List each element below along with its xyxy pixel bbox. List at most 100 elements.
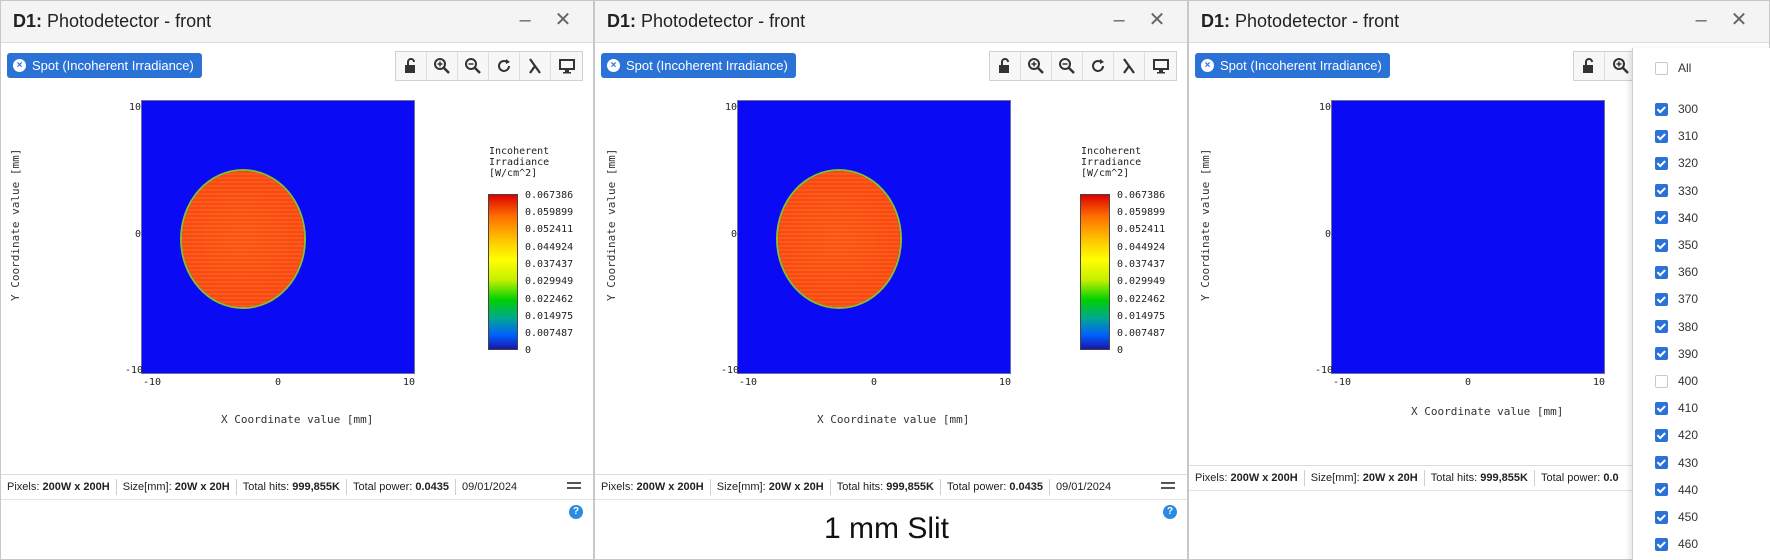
colorbar-tick: 0.029949 bbox=[525, 276, 574, 287]
x-tick-right: 10 bbox=[1593, 377, 1606, 388]
checkbox-icon[interactable] bbox=[1655, 428, 1668, 442]
colorbar bbox=[1080, 194, 1110, 350]
colorbar-tick: 0.044924 bbox=[1117, 242, 1166, 253]
lock-open-icon[interactable] bbox=[990, 52, 1021, 80]
checkbox-icon[interactable] bbox=[1655, 456, 1668, 470]
checkbox-icon[interactable] bbox=[1655, 265, 1668, 279]
checkbox-icon[interactable] bbox=[1655, 401, 1668, 415]
zoom-out-icon[interactable] bbox=[1052, 52, 1083, 80]
wavelength-option[interactable]: 420 bbox=[1655, 428, 1698, 442]
spot-mode-button[interactable]: × Spot (Incoherent Irradiance) bbox=[7, 53, 202, 78]
wavelength-option[interactable]: 300 bbox=[1655, 102, 1698, 116]
option-label: 400 bbox=[1678, 374, 1699, 388]
help-icon[interactable]: ? bbox=[569, 505, 583, 519]
checkbox-icon[interactable] bbox=[1655, 129, 1668, 143]
spot-mode-button[interactable]: × Spot (Incoherent Irradiance) bbox=[601, 53, 796, 78]
y-tick-bottom: -10 bbox=[721, 365, 740, 376]
wavelength-option[interactable]: 360 bbox=[1655, 265, 1698, 279]
checkbox-icon[interactable] bbox=[1655, 483, 1668, 497]
status-label: Total power: bbox=[352, 481, 413, 493]
minimize-button[interactable]: – bbox=[1107, 7, 1131, 33]
detector-heatmap[interactable] bbox=[141, 100, 415, 374]
wavelength-option[interactable]: 330 bbox=[1655, 184, 1698, 198]
option-label: 440 bbox=[1678, 482, 1699, 497]
wavelength-option[interactable]: 430 bbox=[1655, 456, 1698, 470]
wavelength-option[interactable]: 440 bbox=[1655, 483, 1698, 497]
x-tick-left: -10 bbox=[143, 377, 162, 388]
window-title: D1: Photodetector - front bbox=[13, 11, 211, 32]
wavelength-option[interactable]: 320 bbox=[1655, 156, 1698, 170]
status-label: Size[mm]: bbox=[122, 481, 172, 493]
option-label: 370 bbox=[1678, 292, 1699, 307]
status-pixels: Pixels: 200W x 200H bbox=[1, 479, 117, 495]
status-label: Pixels: bbox=[601, 481, 634, 493]
lock-open-icon[interactable] bbox=[396, 52, 427, 80]
menu-icon[interactable] bbox=[1161, 482, 1175, 494]
checkbox-icon[interactable] bbox=[1655, 320, 1668, 334]
colorbar-tick: 0.059899 bbox=[525, 207, 574, 218]
minimize-button[interactable]: – bbox=[1689, 7, 1713, 33]
close-button[interactable]: ✕ bbox=[1727, 7, 1751, 33]
detector-heatmap[interactable] bbox=[1331, 100, 1605, 374]
wavelength-option-all[interactable]: All bbox=[1655, 61, 1691, 75]
checkbox-icon[interactable] bbox=[1655, 102, 1668, 116]
checkbox-icon[interactable] bbox=[1655, 510, 1668, 524]
spot-mode-button[interactable]: × Spot (Incoherent Irradiance) bbox=[1195, 53, 1390, 78]
checkbox-icon[interactable] bbox=[1655, 238, 1668, 252]
checkbox-icon[interactable] bbox=[1655, 61, 1668, 75]
y-axis-label: Y Coordinate value [mm] bbox=[9, 148, 22, 301]
wavelength-option[interactable]: 410 bbox=[1655, 401, 1698, 415]
checkbox-icon[interactable] bbox=[1655, 347, 1668, 361]
detector-heatmap[interactable] bbox=[737, 100, 1011, 374]
wavelength-option[interactable]: 340 bbox=[1655, 211, 1698, 225]
zoom-in-icon[interactable] bbox=[1021, 52, 1052, 80]
monitor-icon[interactable] bbox=[551, 52, 582, 80]
option-label: 410 bbox=[1678, 401, 1699, 416]
wavelength-option[interactable]: 460 bbox=[1655, 537, 1698, 551]
wavelength-option[interactable]: 400 bbox=[1655, 374, 1698, 388]
checkbox-icon[interactable] bbox=[1655, 374, 1668, 388]
colorbar-title-line: Incoherent bbox=[489, 146, 550, 157]
wavelength-option[interactable]: 390 bbox=[1655, 347, 1698, 361]
status-value: 999,855K bbox=[292, 481, 340, 493]
status-size: Size[mm]: 20W x 20H bbox=[711, 479, 831, 495]
minimize-button[interactable]: – bbox=[513, 7, 537, 33]
window-titlebar[interactable]: D1: Photodetector - front – ✕ bbox=[1189, 1, 1769, 43]
y-tick-top: 10 bbox=[1319, 102, 1332, 113]
wavelength-option[interactable]: 370 bbox=[1655, 292, 1698, 306]
lambda-icon[interactable] bbox=[1114, 52, 1145, 80]
window-title: D1: Photodetector - front bbox=[1201, 11, 1399, 32]
window-titlebar[interactable]: D1: Photodetector - front – ✕ bbox=[595, 1, 1187, 43]
checkbox-icon[interactable] bbox=[1655, 537, 1668, 551]
wavelength-option[interactable]: 450 bbox=[1655, 510, 1698, 524]
title-prefix: D1: bbox=[607, 11, 637, 31]
close-button[interactable]: ✕ bbox=[551, 7, 575, 33]
window-titlebar[interactable]: D1: Photodetector - front – ✕ bbox=[1, 1, 593, 43]
status-label: Size[mm]: bbox=[716, 481, 766, 493]
menu-icon[interactable] bbox=[567, 482, 581, 494]
wavelength-option[interactable]: 380 bbox=[1655, 320, 1698, 334]
status-label: Total hits: bbox=[836, 481, 884, 493]
wavelength-option[interactable]: 310 bbox=[1655, 129, 1698, 143]
option-label: All bbox=[1678, 61, 1692, 75]
wavelength-option[interactable]: 350 bbox=[1655, 238, 1698, 252]
status-value: 20W x 20H bbox=[1362, 472, 1418, 484]
lambda-icon[interactable] bbox=[520, 52, 551, 80]
zoom-out-icon[interactable] bbox=[458, 52, 489, 80]
close-button[interactable]: ✕ bbox=[1145, 7, 1169, 33]
status-label: Total hits: bbox=[1430, 472, 1478, 484]
refresh-icon[interactable] bbox=[1083, 52, 1114, 80]
help-icon[interactable]: ? bbox=[1163, 505, 1177, 519]
close-circle-icon: × bbox=[13, 59, 26, 72]
checkbox-icon[interactable] bbox=[1655, 184, 1668, 198]
monitor-icon[interactable] bbox=[1145, 52, 1176, 80]
zoom-in-icon[interactable] bbox=[427, 52, 458, 80]
status-pixels: Pixels: 200W x 200H bbox=[595, 479, 711, 495]
checkbox-icon[interactable] bbox=[1655, 292, 1668, 306]
lock-open-icon[interactable] bbox=[1574, 52, 1605, 80]
checkbox-icon[interactable] bbox=[1655, 211, 1668, 225]
checkbox-icon[interactable] bbox=[1655, 156, 1668, 170]
refresh-icon[interactable] bbox=[489, 52, 520, 80]
wavelength-filter-dropdown[interactable]: All 300 310 320 330 340 350 360 370 380 390 400 410… bbox=[1632, 48, 1770, 560]
option-label: 310 bbox=[1678, 129, 1699, 144]
